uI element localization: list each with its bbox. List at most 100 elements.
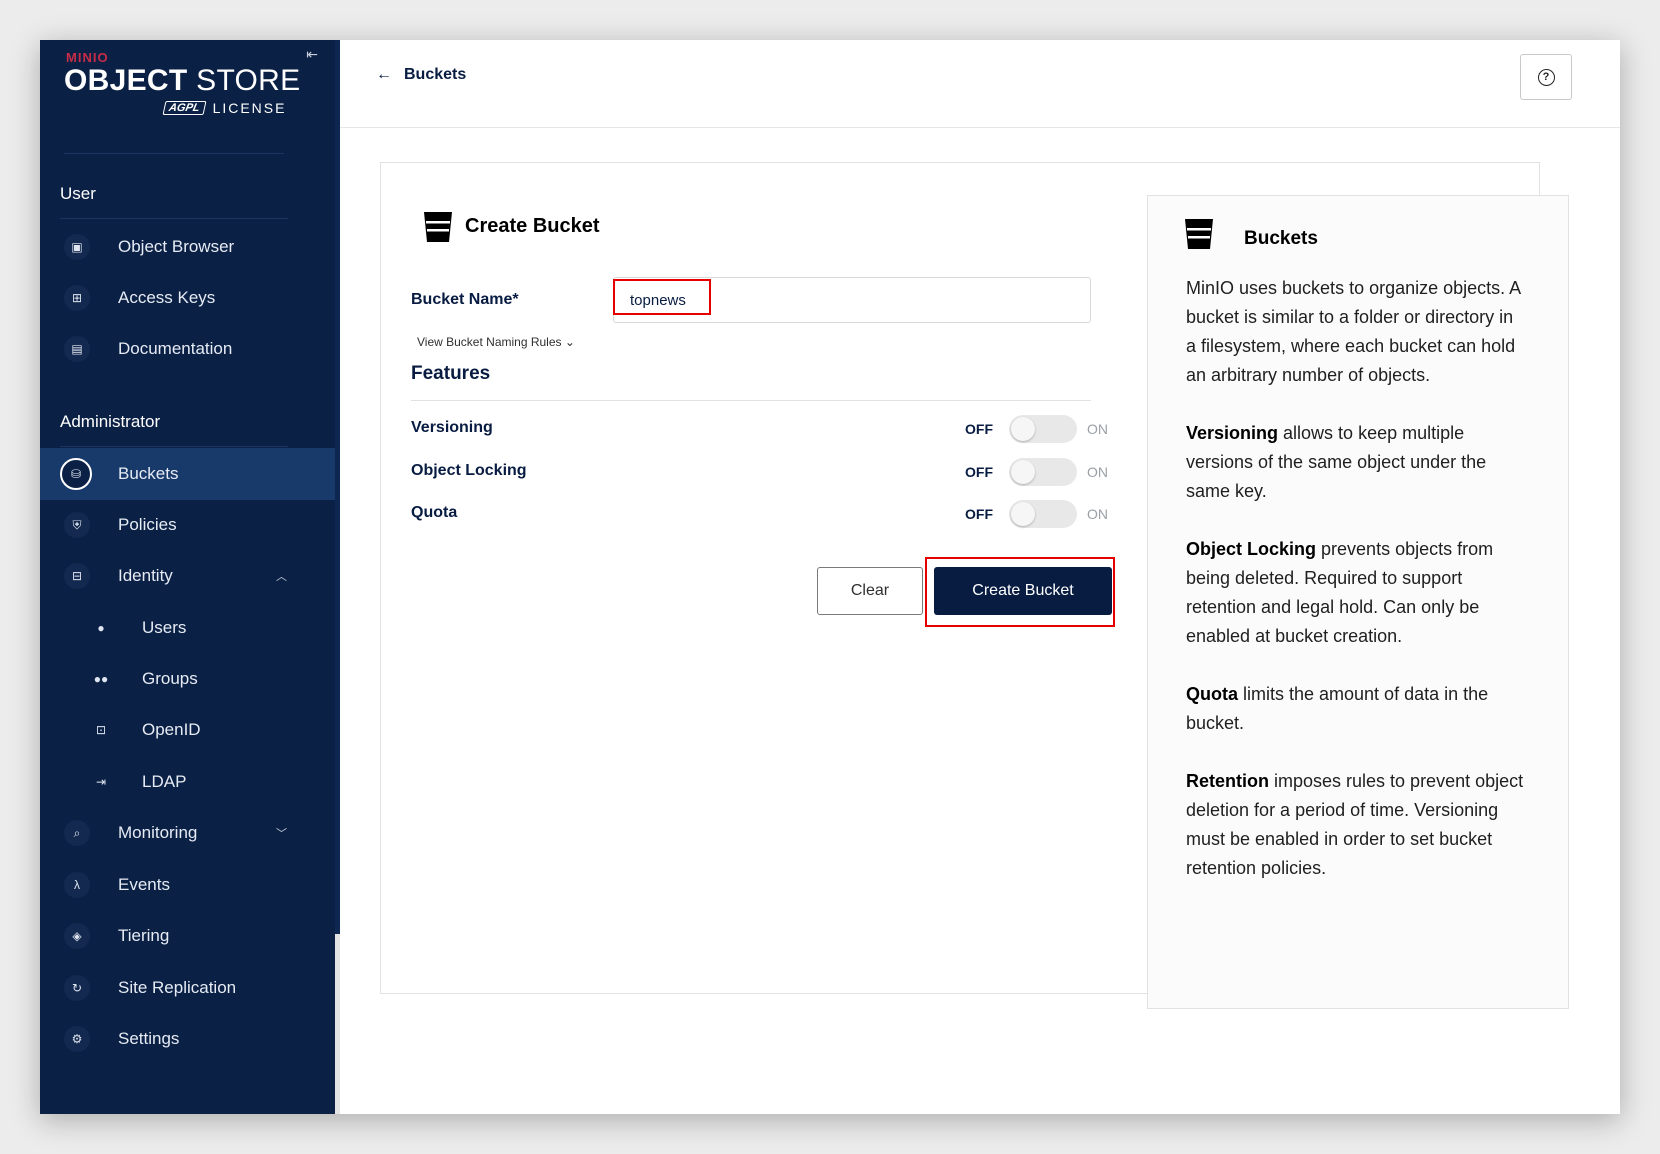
layers-icon: ◈ [64, 923, 90, 949]
sidebar-item-label: Identity [118, 566, 173, 585]
view-naming-rules-link[interactable]: View Bucket Naming Rules ⌄ [417, 335, 575, 349]
object-locking-toggle[interactable] [1009, 458, 1077, 486]
sidebar-item-label: Events [118, 875, 170, 894]
help-button[interactable]: ? [1520, 54, 1572, 100]
quota-toggle[interactable] [1009, 500, 1077, 528]
toggle-knob [1011, 460, 1035, 484]
sidebar-item-label: Access Keys [118, 288, 216, 307]
shield-icon: ⛨ [64, 512, 90, 538]
sidebar-scrollbar[interactable] [335, 40, 340, 934]
sidebar-item-groups[interactable]: ●● Groups [40, 653, 335, 705]
sidebar-item-policies[interactable]: ⛨ Policies [40, 499, 335, 551]
help-aside: Buckets MinIO uses buckets to organize o… [1147, 195, 1569, 1009]
sidebar-item-ldap[interactable]: ⇥ LDAP [40, 756, 335, 808]
bucket-icon: ⛁ [60, 458, 92, 490]
create-bucket-button[interactable]: Create Bucket [934, 567, 1112, 615]
section-user: User [60, 184, 96, 203]
chevron-down-icon: ⌄ [564, 335, 575, 349]
toggle-on-label: ON [1087, 464, 1108, 480]
features-title: Features [411, 363, 491, 384]
object-browser-icon: ▣ [64, 234, 90, 260]
login-icon: ⇥ [95, 775, 107, 789]
sidebar-item-events[interactable]: λ Events [40, 859, 335, 911]
feature-row-quota: Quota OFF ON [411, 498, 1108, 530]
back-to-buckets-link[interactable]: ← Buckets [376, 66, 466, 84]
sidebar-item-label: Documentation [118, 339, 233, 358]
help-body: MinIO uses buckets to organize objects. … [1186, 274, 1526, 912]
sidebar-item-label: Policies [118, 515, 177, 534]
toggle-off-label: OFF [965, 421, 993, 437]
logo-license-row: AGPL LICENSE [162, 100, 286, 116]
sidebar-item-label: Object Browser [118, 237, 235, 256]
section-divider [60, 446, 288, 447]
monitoring-icon: ⌕ [64, 820, 90, 846]
top-bar: ← Buckets ? [340, 40, 1620, 128]
groups-icon: ●● [93, 672, 109, 686]
sidebar-item-label: Site Replication [118, 978, 237, 997]
sidebar-item-tiering[interactable]: ◈ Tiering [40, 910, 335, 962]
bucket-name-field-wrapper [613, 277, 1091, 323]
toggle-knob [1011, 417, 1035, 441]
sidebar-item-settings[interactable]: ⚙ Settings [40, 1013, 335, 1065]
sidebar-item-label: Buckets [118, 464, 179, 483]
sidebar-item-buckets[interactable]: ⛁ Buckets [40, 448, 335, 500]
arrow-left-icon: ← [376, 66, 392, 83]
bucket-name-input[interactable] [614, 278, 1090, 322]
help-quota: Quota limits the amount of data in the b… [1186, 680, 1526, 738]
sidebar-item-access-keys[interactable]: ⊞ Access Keys [40, 272, 335, 324]
logo-object-store: OBJECT STORE [64, 64, 300, 98]
documentation-icon: ▤ [64, 336, 90, 362]
sidebar-item-label: OpenID [142, 720, 201, 739]
help-icon: ? [1537, 68, 1555, 86]
sidebar: ⇤ MINIO OBJECT STORE AGPL LICENSE User ▣… [40, 40, 335, 1114]
toggle-on-label: ON [1087, 506, 1108, 522]
lock-icon: ⊡ [95, 723, 107, 737]
access-keys-icon: ⊞ [64, 285, 90, 311]
sidebar-item-object-browser[interactable]: ▣ Object Browser [40, 221, 335, 273]
chevron-up-icon[interactable]: ︿ [276, 568, 287, 584]
help-term: Versioning [1186, 423, 1279, 443]
feature-name: Object Locking [411, 462, 527, 479]
feature-row-versioning: Versioning OFF ON [411, 413, 1108, 445]
lambda-icon: λ [64, 872, 90, 898]
section-administrator: Administrator [60, 412, 161, 431]
sidebar-item-label: LDAP [142, 772, 187, 791]
bucket-icon [424, 212, 452, 242]
help-term: Object Locking [1186, 539, 1317, 559]
agpl-badge: AGPL [162, 101, 207, 115]
bucket-name-label: Bucket Name* [411, 291, 519, 308]
help-intro: MinIO uses buckets to organize objects. … [1186, 278, 1521, 385]
collapse-sidebar-icon[interactable]: ⇤ [302, 44, 322, 64]
sidebar-item-monitoring[interactable]: ⌕ Monitoring ﹀ [40, 807, 335, 859]
features-divider [411, 400, 1091, 401]
create-bucket-panel: Create Bucket Bucket Name* View Bucket N… [380, 162, 1569, 1009]
sidebar-item-site-replication[interactable]: ↻ Site Replication [40, 962, 335, 1014]
sidebar-item-label: Settings [118, 1029, 180, 1048]
chevron-down-icon[interactable]: ﹀ [276, 825, 287, 841]
section-divider [60, 218, 288, 219]
clear-button[interactable]: Clear [817, 567, 923, 615]
toggle-off-label: OFF [965, 464, 993, 480]
user-icon: ● [97, 621, 105, 635]
logo-object: OBJECT [64, 64, 188, 97]
sidebar-item-users[interactable]: ● Users [40, 602, 335, 654]
sidebar-item-identity[interactable]: ⊟ Identity ︿ [40, 550, 335, 602]
help-term: Quota [1186, 684, 1238, 704]
help-object-locking: Object Locking prevents objects from bei… [1186, 535, 1526, 651]
help-versioning: Versioning allows to keep multiple versi… [1186, 419, 1526, 506]
sidebar-item-openid[interactable]: ⊡ OpenID [40, 704, 335, 756]
toggle-knob [1011, 502, 1035, 526]
help-title: Buckets [1244, 228, 1318, 249]
help-term: Retention [1186, 771, 1269, 791]
naming-rules-label: View Bucket Naming Rules [417, 335, 562, 349]
feature-row-object-locking: Object Locking OFF ON [411, 456, 1108, 488]
toggle-on-label: ON [1087, 421, 1108, 437]
feature-name: Versioning [411, 419, 493, 436]
bucket-icon [1185, 219, 1213, 249]
sidebar-item-label: Users [142, 618, 187, 637]
feature-name: Quota [411, 504, 458, 521]
versioning-toggle[interactable] [1009, 415, 1077, 443]
identity-icon: ⊟ [64, 563, 90, 589]
sidebar-item-label: Monitoring [118, 823, 198, 842]
sidebar-item-documentation[interactable]: ▤ Documentation [40, 323, 335, 375]
